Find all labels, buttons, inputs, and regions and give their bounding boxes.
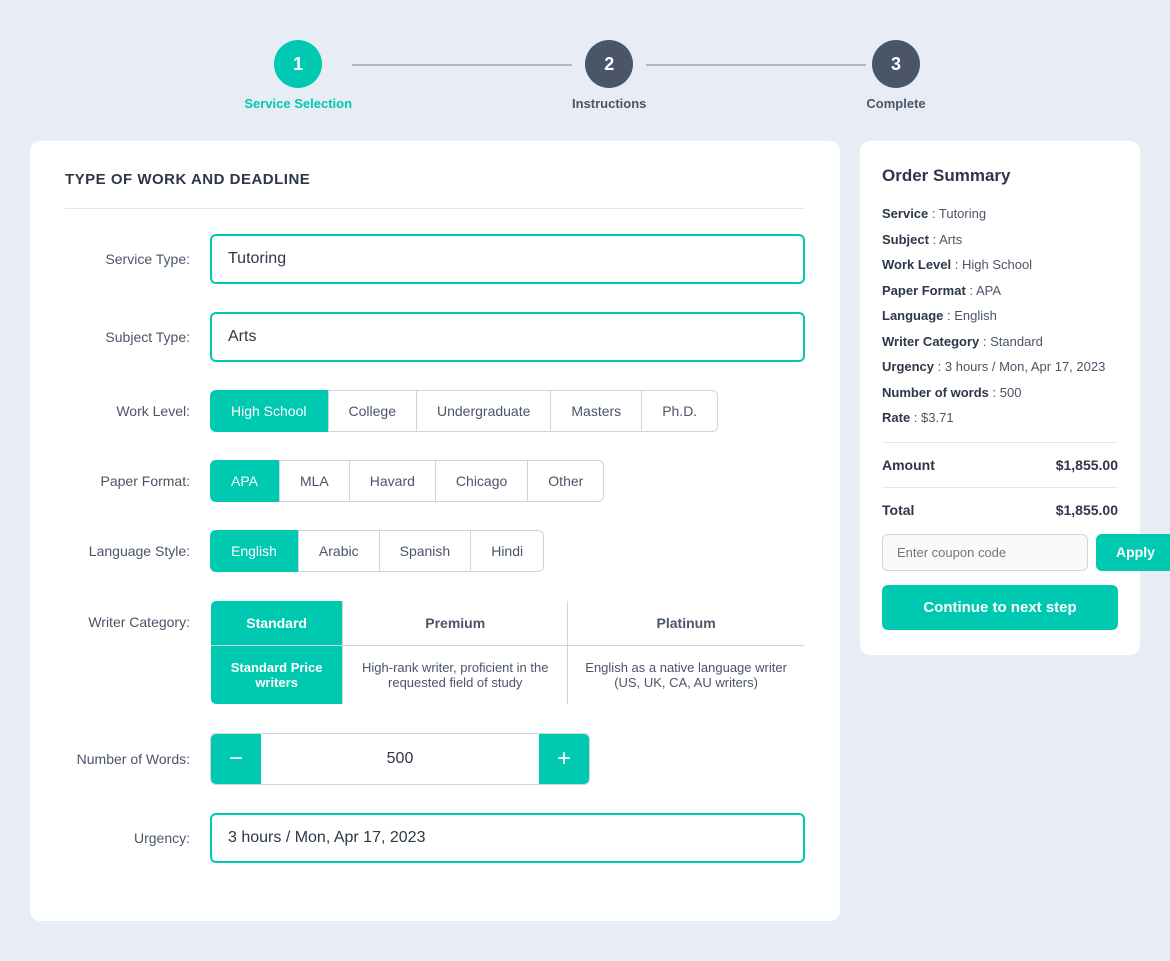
stepper-step-1: 1 Service Selection <box>244 40 352 111</box>
subject-type-input[interactable] <box>210 312 805 362</box>
summary-paper-format: Paper Format : APA <box>882 281 1118 301</box>
continue-button[interactable]: Continue to next step <box>882 585 1118 630</box>
stepper-circle-1: 1 <box>274 40 322 88</box>
language-style-label: Language Style: <box>65 543 210 559</box>
stepper-label-1: Service Selection <box>244 96 352 111</box>
main-layout: TYPE OF WORK AND DEADLINE Service Type: … <box>30 141 1140 921</box>
work-level-content: High School College Undergraduate Master… <box>210 390 805 432</box>
stepper-step-3: 3 Complete <box>866 40 925 111</box>
words-label: Number of Words: <box>65 751 210 767</box>
language-spanish[interactable]: Spanish <box>380 530 472 572</box>
paper-format-row: Paper Format: APA MLA Havard Chicago Oth… <box>65 460 805 502</box>
work-level-label: Work Level: <box>65 403 210 419</box>
paper-format-label: Paper Format: <box>65 473 210 489</box>
language-style-content: English Arabic Spanish Hindi <box>210 530 805 572</box>
summary-total-row: Total $1,855.00 <box>882 502 1118 518</box>
page-wrapper: 1 Service Selection 2 Instructions 3 Com… <box>0 0 1170 961</box>
paper-format-harvard[interactable]: Havard <box>350 460 436 502</box>
work-level-group: High School College Undergraduate Master… <box>210 390 805 432</box>
coupon-row: Apply <box>882 534 1118 571</box>
amount-label: Amount <box>882 457 935 473</box>
writer-standard-header[interactable]: Standard <box>211 601 343 646</box>
summary-service: Service : Tutoring <box>882 204 1118 224</box>
writer-premium-desc[interactable]: High-rank writer, proficient in the requ… <box>343 646 568 705</box>
stepper-circle-2: 2 <box>585 40 633 88</box>
section-title: TYPE OF WORK AND DEADLINE <box>65 171 805 188</box>
paper-format-mla[interactable]: MLA <box>279 460 350 502</box>
language-style-group: English Arabic Spanish Hindi <box>210 530 805 572</box>
continue-btn-wrapper: Continue to next step <box>882 585 1118 630</box>
stepper-step-2: 2 Instructions <box>572 40 646 111</box>
summary-divider-1 <box>882 442 1118 443</box>
writer-platinum-header[interactable]: Platinum <box>568 601 805 646</box>
writer-category-content: Standard Premium Platinum Standard Price… <box>210 600 805 705</box>
summary-num-words: Number of words : 500 <box>882 383 1118 403</box>
stepper: 1 Service Selection 2 Instructions 3 Com… <box>30 20 1140 141</box>
words-value: 500 <box>261 738 539 780</box>
service-type-row: Service Type: <box>65 234 805 284</box>
language-english[interactable]: English <box>210 530 298 572</box>
work-level-phd[interactable]: Ph.D. <box>642 390 718 432</box>
stepper-line-2 <box>646 64 866 66</box>
summary-urgency: Urgency : 3 hours / Mon, Apr 17, 2023 <box>882 357 1118 377</box>
apply-button[interactable]: Apply <box>1096 534 1170 571</box>
writer-standard-desc[interactable]: Standard Price writers <box>211 646 343 705</box>
summary-subject: Subject : Arts <box>882 230 1118 250</box>
coupon-input[interactable] <box>882 534 1088 571</box>
service-type-label: Service Type: <box>65 251 210 267</box>
urgency-input[interactable] <box>210 813 805 863</box>
paper-format-apa[interactable]: APA <box>210 460 279 502</box>
urgency-label: Urgency: <box>65 830 210 846</box>
section-divider <box>65 208 805 209</box>
summary-amount-row: Amount $1,855.00 <box>882 457 1118 473</box>
subject-type-content <box>210 312 805 362</box>
paper-format-content: APA MLA Havard Chicago Other <box>210 460 805 502</box>
subject-type-row: Subject Type: <box>65 312 805 362</box>
words-content: − 500 + <box>210 733 805 785</box>
work-level-college[interactable]: College <box>328 390 417 432</box>
writer-category-label: Writer Category: <box>65 600 210 630</box>
summary-divider-2 <box>882 487 1118 488</box>
stepper-line-1 <box>352 64 572 66</box>
amount-value: $1,855.00 <box>1056 457 1118 473</box>
paper-format-group: APA MLA Havard Chicago Other <box>210 460 805 502</box>
stepper-label-2: Instructions <box>572 96 646 111</box>
words-control: − 500 + <box>210 733 590 785</box>
words-row: Number of Words: − 500 + <box>65 733 805 785</box>
work-level-masters[interactable]: Masters <box>551 390 642 432</box>
summary-title: Order Summary <box>882 166 1118 186</box>
language-style-row: Language Style: English Arabic Spanish H… <box>65 530 805 572</box>
service-type-content <box>210 234 805 284</box>
work-level-undergraduate[interactable]: Undergraduate <box>417 390 551 432</box>
stepper-circle-3: 3 <box>872 40 920 88</box>
work-level-high-school[interactable]: High School <box>210 390 328 432</box>
service-type-input[interactable] <box>210 234 805 284</box>
language-hindi[interactable]: Hindi <box>471 530 544 572</box>
subject-type-label: Subject Type: <box>65 329 210 345</box>
writer-premium-header[interactable]: Premium <box>343 601 568 646</box>
total-label: Total <box>882 502 914 518</box>
words-plus-button[interactable]: + <box>539 734 589 784</box>
summary-work-level: Work Level : High School <box>882 255 1118 275</box>
work-level-row: Work Level: High School College Undergra… <box>65 390 805 432</box>
language-arabic[interactable]: Arabic <box>298 530 380 572</box>
writer-platinum-desc[interactable]: English as a native language writer (US,… <box>568 646 805 705</box>
left-panel: TYPE OF WORK AND DEADLINE Service Type: … <box>30 141 840 921</box>
paper-format-other[interactable]: Other <box>528 460 604 502</box>
urgency-row: Urgency: <box>65 813 805 863</box>
summary-language: Language : English <box>882 306 1118 326</box>
words-minus-button[interactable]: − <box>211 734 261 784</box>
right-panel: Order Summary Service : Tutoring Subject… <box>860 141 1140 655</box>
summary-writer-category: Writer Category : Standard <box>882 332 1118 352</box>
writer-category-row: Writer Category: Standard Premium Platin… <box>65 600 805 705</box>
stepper-label-3: Complete <box>866 96 925 111</box>
paper-format-chicago[interactable]: Chicago <box>436 460 528 502</box>
summary-rate: Rate : $3.71 <box>882 408 1118 428</box>
urgency-content <box>210 813 805 863</box>
total-value: $1,855.00 <box>1056 502 1118 518</box>
writer-category-table: Standard Premium Platinum Standard Price… <box>210 600 805 705</box>
